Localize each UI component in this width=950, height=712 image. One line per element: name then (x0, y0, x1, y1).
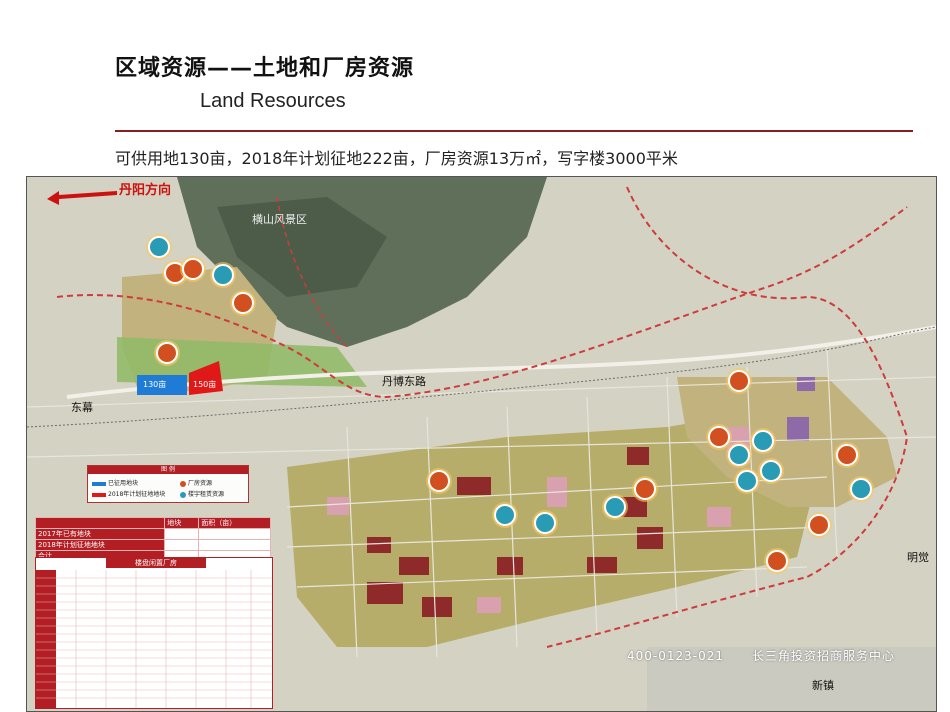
watermark: 400-0123-021 长三角投资招商服务中心 (627, 647, 895, 664)
factory-pin-icon[interactable] (182, 258, 204, 280)
factory-pin-icon[interactable] (808, 514, 830, 536)
place-label-xinzhen: 新镇 (812, 679, 834, 692)
table-cell (34, 517, 166, 529)
table-row: 2018年计划征地地块 (34, 539, 271, 551)
special-use-block-2 (797, 377, 815, 391)
factory-pin-icon[interactable] (708, 426, 730, 448)
danyang-direction-label: 丹阳方向 (119, 183, 172, 198)
table-row: 2017年已有地块 (34, 528, 271, 540)
table-cell (198, 539, 271, 551)
office-pin-icon[interactable] (212, 264, 234, 286)
scenic-area-label: 横山风景区 (252, 213, 307, 226)
office-pin-icon[interactable] (760, 460, 782, 482)
land-resource-map: 丹阳方向 横山风景区 丹博东路 东幕 明觉 新镇 130亩 150亩 图 例 已… (26, 176, 937, 712)
factory-pin-icon[interactable] (728, 370, 750, 392)
table-cell: 2018年计划征地地块 (34, 539, 166, 551)
factory-table-title: 楼盘闲置厂房 (106, 558, 206, 568)
table-header: 地块 (164, 517, 200, 529)
office-pin-icon[interactable] (728, 444, 750, 466)
lot-130-label: 130亩 (143, 380, 167, 389)
office-pin-icon[interactable] (604, 496, 626, 518)
legend-swatch-red (92, 492, 106, 497)
office-pin-icon[interactable] (752, 430, 774, 452)
place-label-mingjue: 明觉 (907, 551, 929, 564)
legend-item-office: 楼宇租赁资源 (180, 489, 224, 498)
office-pin-icon[interactable] (736, 470, 758, 492)
legend-title: 图 例 (88, 466, 248, 474)
table-row: 地块 面积（亩） (34, 517, 271, 529)
table-cell: 2017年已有地块 (34, 528, 166, 540)
factory-pin-icon[interactable] (232, 292, 254, 314)
factory-table-grid (36, 570, 272, 708)
title-divider (115, 130, 913, 132)
office-pin-icon[interactable] (534, 512, 556, 534)
factory-pin-icon[interactable] (634, 478, 656, 500)
road-label-danbo: 丹博东路 (382, 375, 426, 388)
land-area-table: 地块 面积（亩） 2017年已有地块 2018年计划征地地块 合计 (34, 517, 271, 562)
table-cell (164, 528, 200, 540)
legend-item-factory: 厂房资源 (180, 478, 212, 487)
lot-150-label: 150亩 (193, 380, 217, 389)
factory-resource-table: 楼盘闲置厂房 (35, 557, 273, 709)
office-pin-icon (180, 491, 186, 498)
watermark-company: 长三角投资招商服务中心 (752, 649, 896, 663)
table-header: 面积（亩） (198, 517, 271, 529)
office-pin-icon[interactable] (494, 504, 516, 526)
legend-swatch-blue (92, 481, 106, 486)
legend-item-planned: 2018年计划征地地块 (92, 489, 165, 498)
office-pin-icon[interactable] (148, 236, 170, 258)
page-subtitle: Land Resources (200, 90, 346, 112)
page-title: 区域资源——土地和厂房资源 (115, 56, 415, 81)
factory-pin-icon[interactable] (428, 470, 450, 492)
table-cell (198, 528, 271, 540)
factory-pin-icon[interactable] (156, 342, 178, 364)
office-pin-icon[interactable] (850, 478, 872, 500)
legend-label: 2018年计划征地地块 (108, 491, 166, 498)
factory-pin-icon (180, 480, 186, 487)
factory-pin-icon[interactable] (836, 444, 858, 466)
table-cell (164, 539, 200, 551)
resource-summary: 可供用地130亩，2018年计划征地222亩，厂房资源13万㎡，写字楼3000平… (115, 149, 678, 168)
special-use-block (787, 417, 809, 441)
legend-item-acquired: 已征用地块 (92, 478, 138, 487)
watermark-phone: 400-0123-021 (627, 649, 725, 663)
legend-label: 厂房资源 (188, 480, 213, 487)
place-label-dongmu: 东幕 (71, 401, 93, 414)
legend-label: 楼宇租赁资源 (188, 491, 225, 498)
factory-pin-icon[interactable] (766, 550, 788, 572)
map-legend: 图 例 已征用地块 2018年计划征地地块 厂房资源 楼宇租赁资源 (87, 465, 249, 503)
legend-label: 已征用地块 (108, 480, 139, 487)
